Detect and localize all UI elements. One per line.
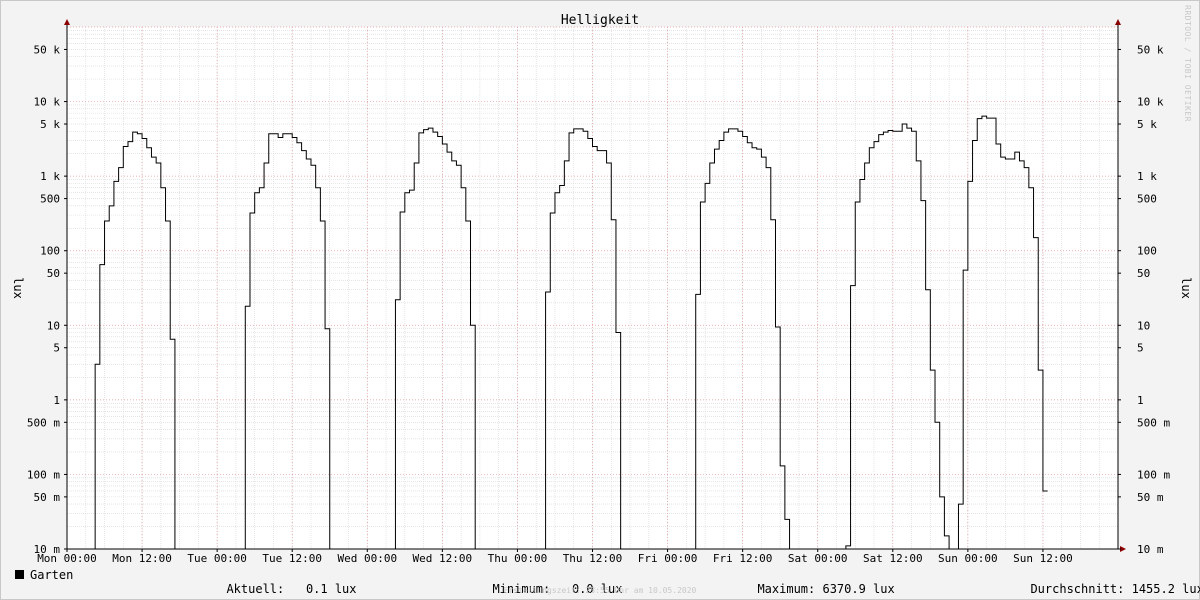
x-tick-label: Fri 12:00 xyxy=(713,552,773,565)
y-axis-label-left: lux xyxy=(11,277,25,299)
y-tick-label-right: 500 m xyxy=(1137,416,1170,429)
y-tick-label-left: 500 m xyxy=(27,416,60,429)
y-tick-label-left: 5 xyxy=(53,342,60,355)
y-tick-label-left: 50 k xyxy=(34,43,61,56)
legend-swatch-garten xyxy=(15,570,24,579)
y-tick-label-right: 5 xyxy=(1137,342,1144,355)
y-tick-label-right: 100 xyxy=(1137,245,1157,258)
x-tick-label: Mon 00:00 xyxy=(37,552,97,565)
y-tick-label-left: 500 xyxy=(40,193,60,206)
x-tick-label: Tue 12:00 xyxy=(262,552,322,565)
y-tick-label-right: 500 xyxy=(1137,193,1157,206)
x-tick-label: Wed 12:00 xyxy=(413,552,473,565)
creation-timestamp: Erstellungszeit: 23:55 Uhr am 10.05.2020 xyxy=(503,586,697,595)
y-tick-label-right: 10 xyxy=(1137,319,1150,332)
y-tick-label-right: 50 m xyxy=(1137,491,1164,504)
y-tick-label-right: 10 m xyxy=(1137,543,1164,556)
x-tick-label: Tue 00:00 xyxy=(187,552,247,565)
y-axis-label-right: lux xyxy=(1179,277,1193,299)
y-tick-label-left: 1 xyxy=(53,394,60,407)
y-tick-label-right: 50 k xyxy=(1137,43,1164,56)
y-tick-label-right: 10 k xyxy=(1137,96,1164,109)
x-tick-label: Mon 12:00 xyxy=(112,552,172,565)
y-tick-label-right: 100 m xyxy=(1137,468,1170,481)
chart-title: Helligkeit xyxy=(561,13,639,28)
x-tick-label: Thu 12:00 xyxy=(563,552,623,565)
y-tick-label-left: 100 m xyxy=(27,468,60,481)
brightness-chart: 10 m 10 m50 m 50 m100 m 100 m500 m 500 m1 15 5… xyxy=(11,13,1193,565)
rrdtool-watermark: RRDTOOL / TOBI OETIKER xyxy=(1183,5,1192,122)
x-tick-label: Thu 00:00 xyxy=(488,552,548,565)
y-tick-label-right: 1 xyxy=(1137,394,1144,407)
y-tick-label-right: 50 xyxy=(1137,267,1150,280)
y-tick-label-left: 5 k xyxy=(40,118,60,131)
y-tick-label-left: 10 xyxy=(47,319,60,332)
y-tick-label-left: 10 k xyxy=(34,96,61,109)
y-axis-arrow-left xyxy=(64,19,70,25)
x-tick-label: Sat 00:00 xyxy=(788,552,848,565)
y-tick-label-left: 1 k xyxy=(40,170,60,183)
x-tick-label: Wed 00:00 xyxy=(337,552,397,565)
y-tick-label-right: 5 k xyxy=(1137,118,1157,131)
y-tick-label-left: 50 m xyxy=(34,491,61,504)
y-tick-label-left: 50 xyxy=(47,267,60,280)
y-tick-label-right: 1 k xyxy=(1137,170,1157,183)
y-axis-arrow-right xyxy=(1115,19,1121,25)
x-tick-label: Fri 00:00 xyxy=(638,552,698,565)
x-tick-label: Sun 12:00 xyxy=(1013,552,1073,565)
y-tick-label-left: 100 xyxy=(40,245,60,258)
legend-series-name: Garten xyxy=(30,568,74,582)
x-tick-label: Sun 00:00 xyxy=(938,552,998,565)
x-tick-label: Sat 12:00 xyxy=(863,552,923,565)
